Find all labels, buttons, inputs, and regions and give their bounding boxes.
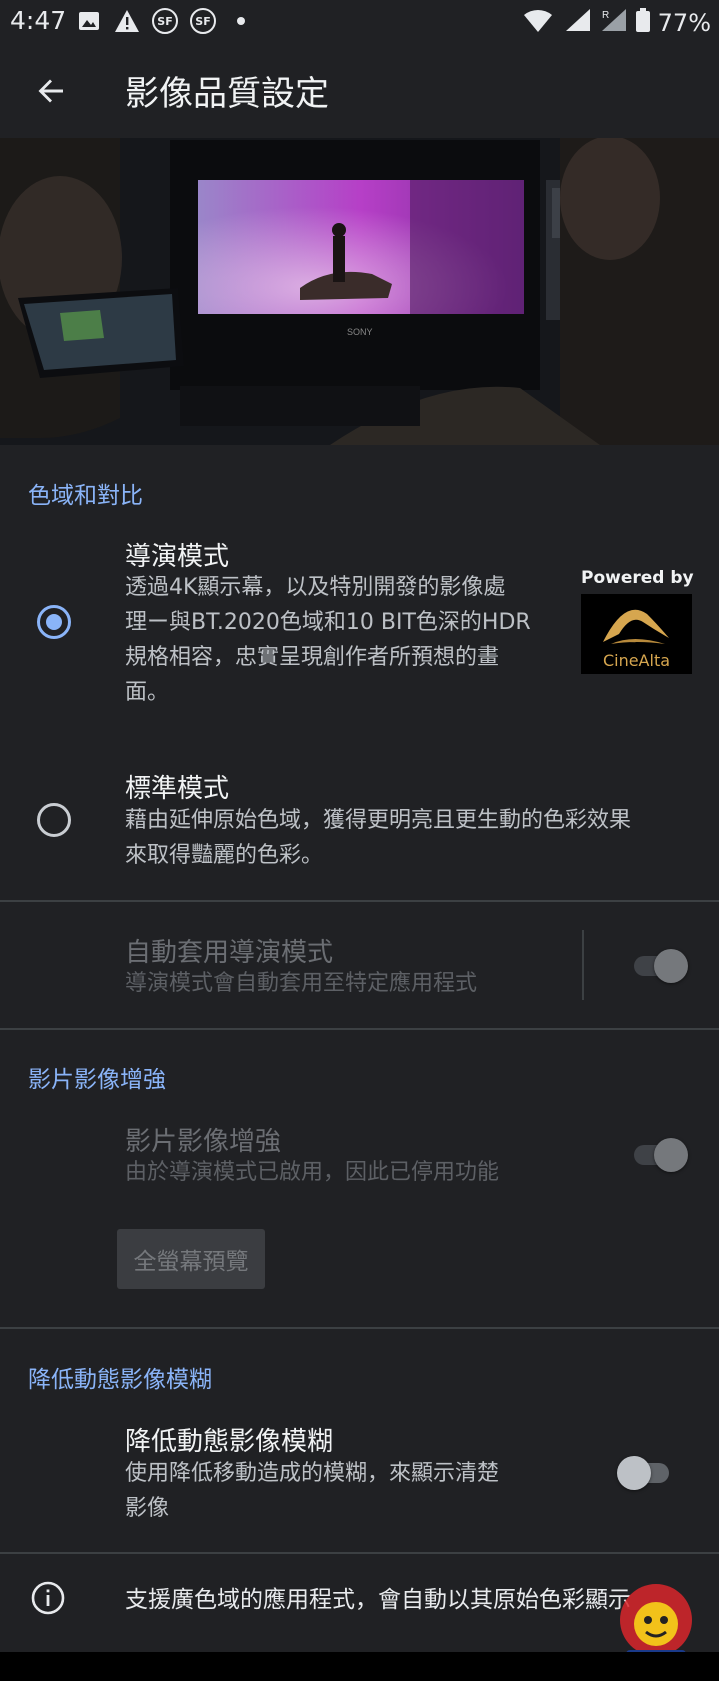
summary-line: 影像	[125, 1496, 170, 1521]
cinealta-brand: CineAlta	[602, 651, 671, 670]
status-bar: 4:47 SF SF R 77%	[0, 0, 719, 44]
battery-icon	[635, 8, 650, 38]
vertical-separator	[582, 930, 584, 1000]
app-bar: 影像品質設定	[0, 44, 719, 138]
summary-line: 規格相容，忠實呈現創作者所預想的畫	[125, 645, 500, 670]
standard-mode-radio[interactable]	[37, 803, 71, 837]
wifi-icon	[522, 6, 556, 40]
notification-icons: SF SF	[76, 8, 254, 34]
hero-image: SONY	[0, 138, 719, 445]
motion-blur-title: 降低動態影像模糊	[125, 1427, 334, 1457]
sf-icon: SF	[152, 8, 178, 34]
auto-director-summary: 導演模式會自動套用至特定應用程式	[125, 971, 478, 996]
divider	[0, 900, 719, 902]
motion-blur-toggle[interactable]	[617, 1451, 673, 1493]
summary-line: 來取得豔麗的色彩。	[125, 843, 324, 868]
svg-text:SONY: SONY	[347, 327, 373, 337]
back-button[interactable]	[28, 68, 74, 114]
director-mode-title: 導演模式	[125, 542, 230, 572]
toggle-thumb	[654, 949, 688, 983]
section-header-color: 色域和對比	[28, 483, 143, 509]
svg-text:R: R	[602, 10, 609, 21]
cinealta-badge: Powered by CineAlta	[581, 568, 694, 674]
dot-icon	[228, 8, 254, 34]
system-icons: R 77%	[522, 6, 711, 40]
auto-director-title: 自動套用導演模式	[125, 938, 334, 968]
video-enhance-summary: 由於導演模式已啟用，因此已停用功能	[125, 1160, 500, 1185]
info-icon	[31, 1581, 65, 1615]
summary-line: 透過4K顯示幕，以及特別開發的影像處	[125, 575, 506, 600]
divider	[0, 1327, 719, 1329]
standard-mode-title: 標準模式	[125, 774, 230, 804]
alert-icon	[114, 8, 140, 34]
status-time: 4:47	[10, 6, 67, 35]
summary-line: 藉由延伸原始色域，獲得更明亮且更生動的色彩效果	[125, 808, 632, 833]
sf-icon: SF	[190, 8, 216, 34]
auto-director-toggle[interactable]	[630, 944, 688, 986]
signal-roaming-icon: R	[600, 7, 628, 39]
director-mode-radio[interactable]	[37, 605, 71, 639]
summary-line: 面。	[125, 680, 170, 705]
cinealta-logo: CineAlta	[581, 594, 692, 674]
fullscreen-preview-button[interactable]: 全螢幕預覽	[117, 1229, 265, 1289]
info-text: 支援廣色域的應用程式，會自動以其原始色彩顯示	[125, 1587, 631, 1613]
video-enhance-toggle[interactable]	[630, 1133, 688, 1175]
image-icon	[76, 8, 102, 34]
arrow-back-icon	[38, 79, 63, 103]
battery-percent: 77%	[657, 9, 711, 37]
toggle-thumb	[617, 1456, 651, 1490]
standard-mode-summary: 藉由延伸原始色域，獲得更明亮且更生動的色彩效果 來取得豔麗的色彩。	[125, 803, 631, 873]
powered-by-label: Powered by	[581, 568, 694, 588]
director-mode-summary: 透過4K顯示幕，以及特別開發的影像處 理ー與BT.2020色域和10 BIT色深…	[125, 570, 531, 710]
summary-line: 理ー與BT.2020色域和10 BIT色深的HDR	[125, 610, 531, 635]
page-title: 影像品質設定	[125, 74, 329, 114]
motion-blur-summary: 使用降低移動造成的模糊，來顯示清楚 影像	[125, 1456, 499, 1526]
navigation-bar	[0, 1652, 719, 1681]
section-header-video: 影片影像增強	[28, 1067, 166, 1093]
toggle-thumb	[654, 1138, 688, 1172]
summary-line: 使用降低移動造成的模糊，來顯示清楚	[125, 1461, 500, 1486]
video-enhance-title: 影片影像增強	[125, 1127, 282, 1157]
section-header-motion: 降低動態影像模糊	[28, 1367, 212, 1393]
divider	[0, 1028, 719, 1030]
signal-icon	[564, 7, 592, 39]
